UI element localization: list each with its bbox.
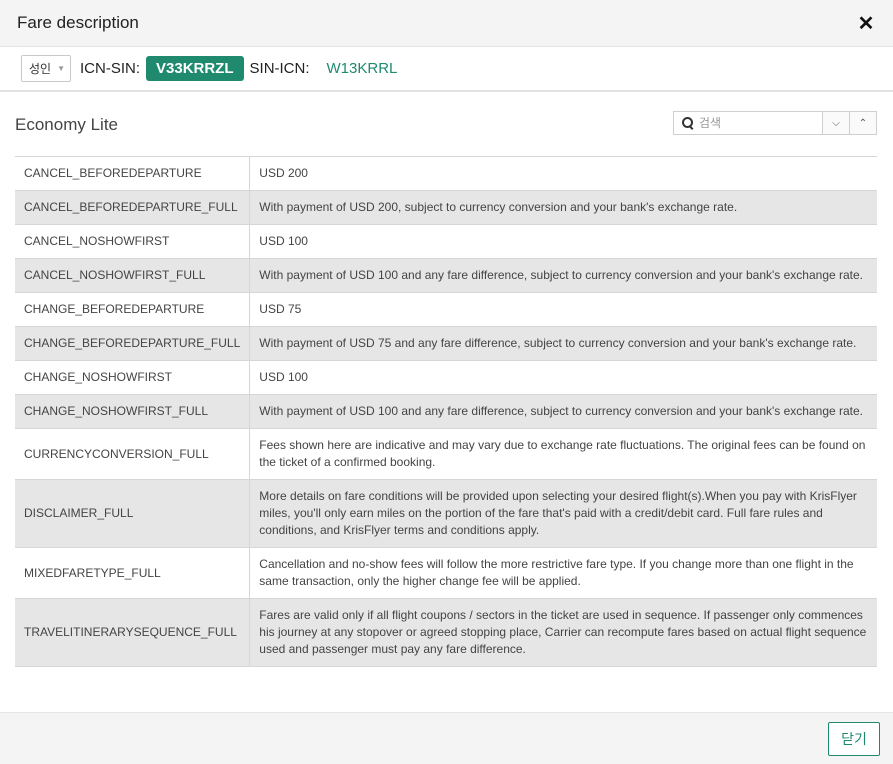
rule-key-cell: CANCEL_NOSHOWFIRST: [15, 224, 251, 259]
table-row: CHANGE_BEFOREDEPARTURE USD 75: [15, 292, 877, 327]
rule-value-cell: Cancellation and no-show fees will follo…: [259, 557, 854, 588]
table-row: CHANGE_BEFOREDEPARTURE_FULL With payment …: [15, 326, 877, 361]
rule-key-cell: CANCEL_NOSHOWFIRST_FULL: [15, 258, 251, 293]
rule-value-cell: With payment of USD 100 and any fare dif…: [259, 268, 864, 282]
route-bar: 성인 ▼ ICN-SIN: V33KRRZL SIN-ICN: W13KRRL: [0, 47, 893, 92]
table-row: CHANGE_NOSHOWFIRST_FULL With payment of U…: [15, 394, 877, 429]
table-row: CHANGE_NOSHOWFIRST USD 100: [15, 360, 877, 395]
rule-value-cell: More details on fare conditions will be …: [259, 489, 857, 537]
rule-value-cell: With payment of USD 75 and any fare diff…: [259, 336, 857, 350]
table-row: TRAVELITINERARYSEQUENCE_FULL Fares are va…: [15, 598, 877, 667]
passenger-type-value: 성인: [29, 62, 52, 76]
rule-value-cell: USD 200: [259, 166, 308, 180]
rule-key-cell: TRAVELITINERARYSEQUENCE_FULL: [15, 598, 251, 667]
modal-footer: 닫기: [0, 712, 893, 764]
caret-down-icon: ▼: [57, 64, 66, 73]
search-field: [674, 112, 822, 134]
fare-rules-table: CANCEL_BEFOREDEPARTURE USD 200 CANCEL_BEFO…: [15, 156, 877, 667]
rule-value-cell: USD 75: [259, 302, 302, 316]
search-icon: [682, 117, 694, 129]
rule-key-cell: MIXEDFARETYPE_FULL: [15, 547, 251, 599]
rule-value-cell: Fares are valid only if all flight coupo…: [259, 608, 867, 656]
modal-header: Fare description ✕: [0, 0, 893, 47]
rule-key-cell: CANCEL_BEFOREDEPARTURE_FULL: [15, 190, 251, 225]
segment-route-label: SIN-ICN:: [249, 60, 310, 77]
rule-key-cell: CHANGE_NOSHOWFIRST_FULL: [15, 394, 251, 429]
table-row: DISCLAIMER_FULL More details on fare cond…: [15, 479, 877, 548]
close-button[interactable]: 닫기: [828, 722, 880, 756]
chevron-down-icon[interactable]: ⌵: [822, 112, 849, 134]
rule-key-cell: CHANGE_BEFOREDEPARTURE_FULL: [15, 326, 251, 361]
table-row: CANCEL_BEFOREDEPARTURE USD 200: [15, 156, 877, 191]
table-row: CURRENCYCONVERSION_FULL Fees shown here a…: [15, 428, 877, 480]
close-icon[interactable]: ✕: [856, 11, 876, 36]
modal-title: Fare description: [17, 13, 139, 32]
rule-value-cell: USD 100: [259, 370, 308, 384]
section-header: Economy Lite ⌵ ⌃: [15, 92, 877, 156]
segment-route-label: ICN-SIN:: [80, 60, 140, 77]
rule-value-cell: Fees shown here are indicative and may v…: [259, 438, 866, 469]
table-row: CANCEL_BEFOREDEPARTURE_FULL With payment …: [15, 190, 877, 225]
rule-key-cell: CHANGE_NOSHOWFIRST: [15, 360, 251, 395]
fare-description-modal: Fare description ✕ 성인 ▼ ICN-SIN: V33KRRZ…: [0, 0, 893, 764]
table-row: CANCEL_NOSHOWFIRST_FULL With payment of U…: [15, 258, 877, 293]
table-row: CANCEL_NOSHOWFIRST USD 100: [15, 224, 877, 259]
modal-content: Economy Lite ⌵ ⌃ CANCEL_BEFOREDEPARTURE U…: [0, 92, 893, 667]
rule-key-cell: CHANGE_BEFOREDEPARTURE: [15, 292, 251, 327]
rule-value-cell: With payment of USD 200, subject to curr…: [259, 200, 738, 214]
rule-value-cell: With payment of USD 100 and any fare dif…: [259, 404, 864, 418]
fare-code-tab-active[interactable]: V33KRRZL: [146, 56, 244, 81]
fare-code-tab[interactable]: W13KRRL: [316, 56, 408, 81]
passenger-type-select[interactable]: 성인 ▼: [21, 55, 71, 82]
rule-key-cell: CANCEL_BEFOREDEPARTURE: [15, 156, 251, 191]
rule-value-cell: USD 100: [259, 234, 308, 248]
search-input[interactable]: [699, 116, 799, 130]
rule-key-cell: DISCLAIMER_FULL: [15, 479, 251, 548]
fare-family-title: Economy Lite: [15, 115, 118, 134]
table-row: MIXEDFARETYPE_FULL Cancellation and no-sh…: [15, 547, 877, 599]
rule-key-cell: CURRENCYCONVERSION_FULL: [15, 428, 251, 480]
search-box: ⌵ ⌃: [673, 111, 877, 135]
chevron-up-icon[interactable]: ⌃: [849, 112, 876, 134]
